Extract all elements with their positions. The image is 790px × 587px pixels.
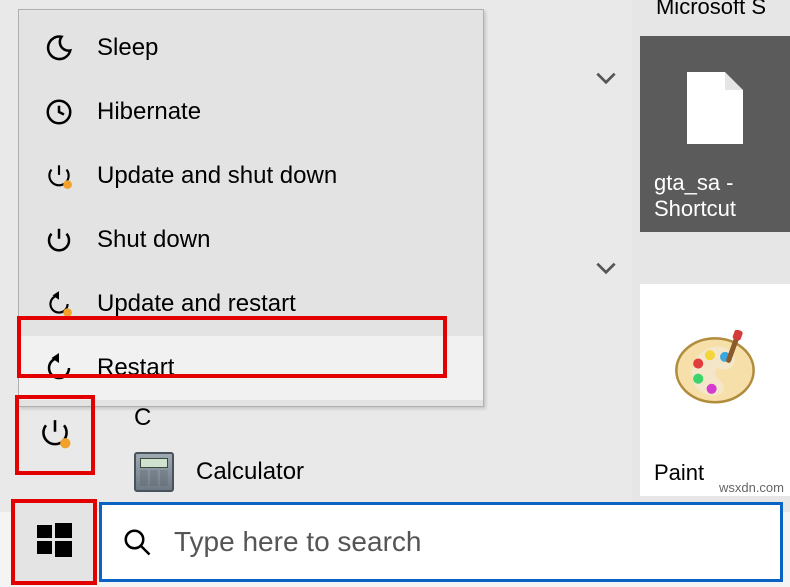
clock-icon [39, 92, 79, 132]
menu-item-label: Update and shut down [97, 162, 337, 190]
moon-icon [39, 28, 79, 68]
menu-item-hibernate[interactable]: Hibernate [19, 80, 483, 144]
restart-icon [39, 348, 79, 388]
windows-logo-icon [34, 520, 74, 565]
app-list-item-calculator[interactable]: Calculator [134, 452, 304, 492]
menu-item-label: Sleep [97, 34, 158, 62]
search-placeholder: Type here to search [174, 526, 421, 558]
power-context-menu: Sleep Hibernate Update and shut down Shu… [18, 9, 484, 407]
menu-item-update-shutdown[interactable]: Update and shut down [19, 144, 483, 208]
file-icon [687, 72, 743, 144]
restart-update-icon [39, 284, 79, 324]
menu-item-label: Update and restart [97, 290, 296, 318]
tile-group-header: Microsoft S [632, 0, 790, 20]
menu-item-restart[interactable]: Restart [19, 336, 483, 400]
search-icon [120, 525, 154, 559]
menu-item-label: Hibernate [97, 98, 201, 126]
chevron-down-icon[interactable] [590, 62, 622, 94]
start-sidebar-power-button[interactable] [18, 398, 92, 472]
menu-item-label: Shut down [97, 226, 210, 254]
start-button[interactable] [14, 502, 94, 582]
power-icon [39, 220, 79, 260]
calculator-icon [134, 452, 174, 492]
taskbar-search[interactable]: Type here to search [99, 502, 783, 582]
app-list-group-letter[interactable]: C [134, 404, 151, 432]
tile-label: gta_sa - Shortcut [654, 170, 780, 222]
tile-paint[interactable]: Paint [640, 284, 790, 496]
menu-item-update-restart[interactable]: Update and restart [19, 272, 483, 336]
start-tiles-panel: Microsoft S gta_sa - Shortcut Paint [632, 0, 790, 587]
power-update-icon [37, 415, 73, 456]
menu-item-label: Restart [97, 354, 174, 382]
chevron-down-icon[interactable] [590, 252, 622, 284]
tile-gtasa-shortcut[interactable]: gta_sa - Shortcut [640, 36, 790, 232]
app-list-item-label: Calculator [196, 458, 304, 486]
watermark: wsxdn.com [719, 480, 784, 495]
paint-palette-icon [673, 330, 757, 402]
menu-item-shutdown[interactable]: Shut down [19, 208, 483, 272]
menu-item-sleep[interactable]: Sleep [19, 16, 483, 80]
power-update-icon [39, 156, 79, 196]
